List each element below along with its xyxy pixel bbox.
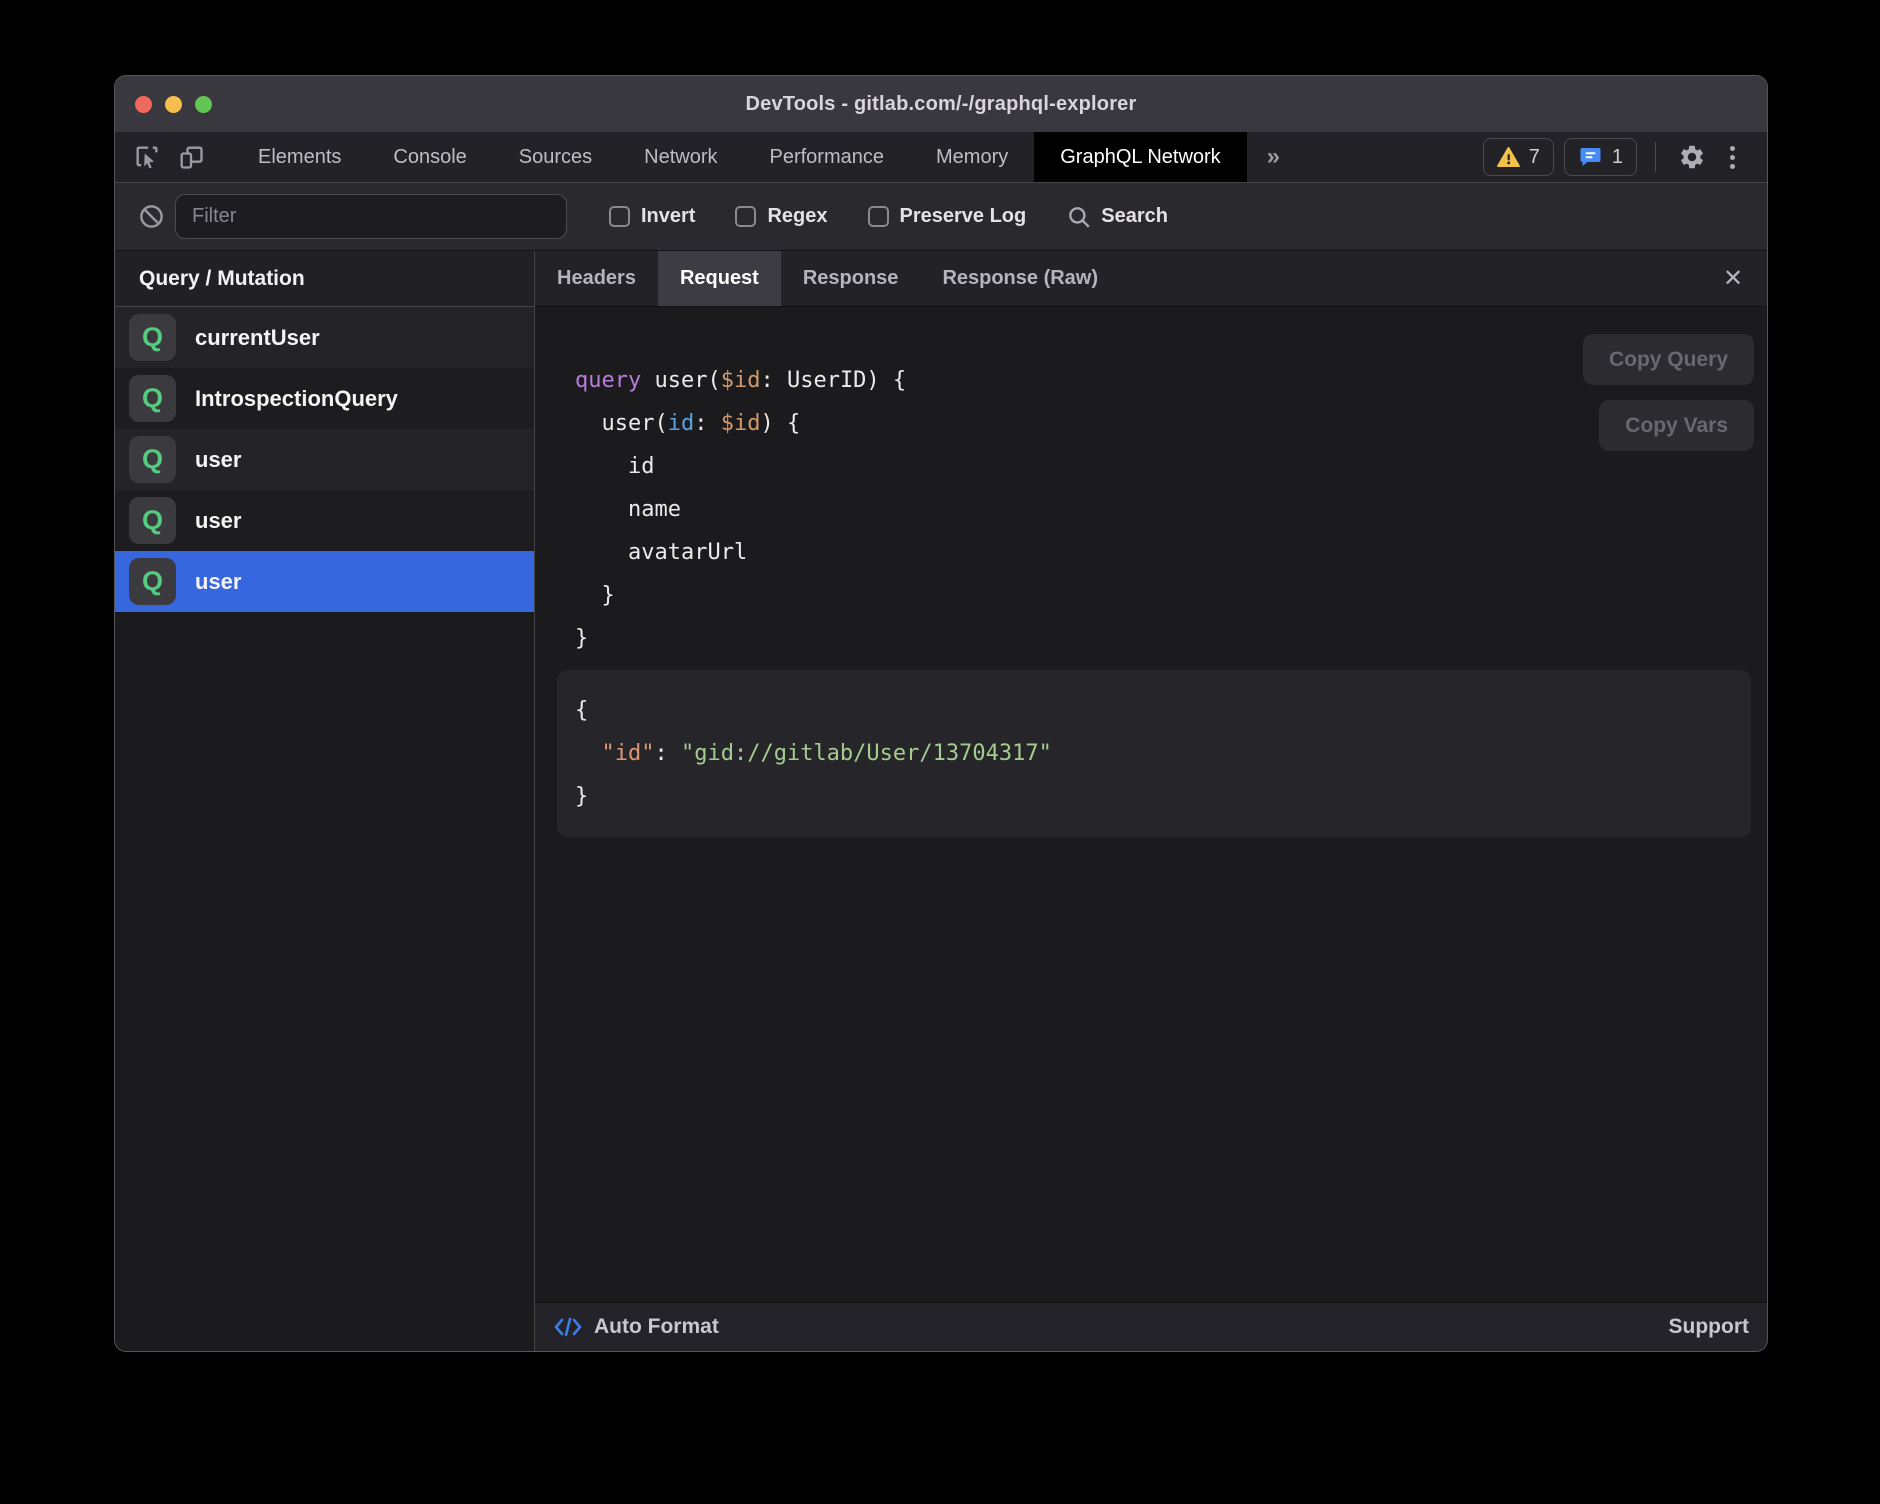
more-options-kebab-icon[interactable] bbox=[1720, 146, 1745, 169]
toolbar-tabs: ElementsConsoleSourcesNetworkPerformance… bbox=[232, 132, 1247, 182]
close-panel-button[interactable]: ✕ bbox=[1713, 259, 1753, 299]
detail-tab-response-raw[interactable]: Response (Raw) bbox=[920, 251, 1120, 306]
auto-format-label: Auto Format bbox=[594, 1315, 719, 1339]
filter-bar: Invert Regex Preserve Log Search bbox=[115, 183, 1767, 251]
devtools-window: DevTools - gitlab.com/-/graphql-explorer… bbox=[114, 75, 1768, 1352]
messages-badge[interactable]: 1 bbox=[1564, 138, 1637, 176]
search-label: Search bbox=[1101, 205, 1168, 228]
detail-tab-response[interactable]: Response bbox=[781, 251, 921, 306]
code-brackets-icon bbox=[553, 1315, 583, 1339]
filter-input[interactable] bbox=[175, 194, 567, 239]
search-toggle[interactable]: Search bbox=[1066, 204, 1168, 230]
query-type-badge: Q bbox=[129, 558, 176, 605]
search-icon bbox=[1066, 204, 1092, 230]
filter-checkboxes: Invert Regex Preserve Log bbox=[609, 205, 1026, 228]
graphql-query-code: query user($id: UserID) { user(id: $id) … bbox=[575, 359, 1751, 660]
warnings-badge[interactable]: 7 bbox=[1483, 138, 1554, 176]
detail-tab-headers[interactable]: Headers bbox=[535, 251, 658, 306]
detail-tabs: HeadersRequestResponseResponse (Raw) ✕ bbox=[535, 251, 1767, 307]
request-tab-content: query user($id: UserID) { user(id: $id) … bbox=[535, 307, 1767, 1302]
settings-gear-icon[interactable] bbox=[1674, 139, 1710, 175]
checkbox-invert[interactable]: Invert bbox=[609, 205, 695, 228]
detail-tab-request[interactable]: Request bbox=[658, 251, 781, 306]
toolbar-tab-graphql-network[interactable]: GraphQL Network bbox=[1034, 132, 1246, 182]
support-link[interactable]: Support bbox=[1669, 1315, 1749, 1338]
sidebar-item-user[interactable]: Quser bbox=[115, 490, 534, 551]
more-tabs-button[interactable]: » bbox=[1247, 132, 1300, 182]
titlebar: DevTools - gitlab.com/-/graphql-explorer bbox=[115, 76, 1767, 132]
toolbar-tab-performance[interactable]: Performance bbox=[744, 132, 911, 182]
messages-count: 1 bbox=[1612, 146, 1623, 169]
query-list: QcurrentUserQIntrospectionQueryQuserQuse… bbox=[115, 307, 534, 612]
sidebar-item-user[interactable]: Quser bbox=[115, 429, 534, 490]
window-title: DevTools - gitlab.com/-/graphql-explorer bbox=[115, 93, 1767, 116]
copy-vars-button[interactable]: Copy Vars bbox=[1599, 400, 1754, 451]
toolbar-tab-memory[interactable]: Memory bbox=[910, 132, 1034, 182]
query-type-badge: Q bbox=[129, 375, 176, 422]
query-type-badge: Q bbox=[129, 497, 176, 544]
device-toolbar-icon[interactable] bbox=[173, 139, 209, 175]
checkbox-box-regex[interactable] bbox=[735, 206, 756, 227]
auto-format-button[interactable]: Auto Format bbox=[553, 1315, 719, 1339]
sidebar-item-introspectionquery[interactable]: QIntrospectionQuery bbox=[115, 368, 534, 429]
message-icon bbox=[1578, 145, 1603, 169]
variables-box: { "id": "gid://gitlab/User/13704317"} bbox=[557, 670, 1751, 837]
sidebar-item-user[interactable]: Quser bbox=[115, 551, 534, 612]
warning-icon bbox=[1497, 147, 1520, 168]
warnings-count: 7 bbox=[1529, 146, 1540, 169]
clear-block-icon[interactable] bbox=[133, 199, 169, 235]
toolbar-tab-network[interactable]: Network bbox=[618, 132, 743, 182]
toolbar-tab-elements[interactable]: Elements bbox=[232, 132, 367, 182]
toolbar-tab-sources[interactable]: Sources bbox=[493, 132, 618, 182]
detail-footer: Auto Format Support bbox=[535, 1302, 1767, 1351]
inspect-element-icon[interactable] bbox=[129, 139, 165, 175]
query-list-header: Query / Mutation bbox=[115, 251, 534, 307]
query-type-badge: Q bbox=[129, 314, 176, 361]
checkbox-box-preserve-log[interactable] bbox=[868, 206, 889, 227]
checkbox-preserve-log[interactable]: Preserve Log bbox=[868, 205, 1027, 228]
copy-query-button[interactable]: Copy Query bbox=[1583, 334, 1754, 385]
devtools-toolbar: ElementsConsoleSourcesNetworkPerformance… bbox=[115, 132, 1767, 183]
query-type-badge: Q bbox=[129, 436, 176, 483]
checkbox-box-invert[interactable] bbox=[609, 206, 630, 227]
toolbar-right-separator bbox=[1655, 142, 1656, 172]
query-list-panel: Query / Mutation QcurrentUserQIntrospect… bbox=[115, 251, 535, 1351]
toolbar-tab-console[interactable]: Console bbox=[367, 132, 492, 182]
checkbox-regex[interactable]: Regex bbox=[735, 205, 827, 228]
sidebar-item-currentuser[interactable]: QcurrentUser bbox=[115, 307, 534, 368]
request-detail-panel: HeadersRequestResponseResponse (Raw) ✕ q… bbox=[535, 251, 1767, 1351]
